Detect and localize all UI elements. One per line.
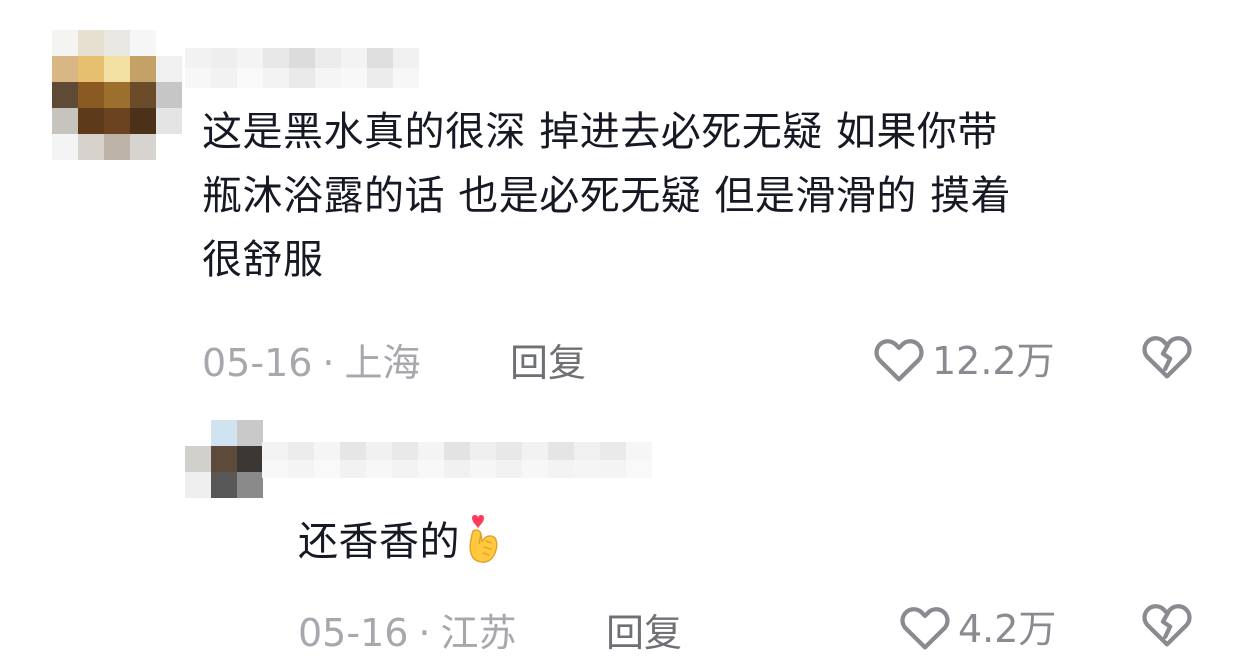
comment-meta: 05-16 · 江苏 xyxy=(298,602,517,657)
heart-outline-icon xyxy=(900,606,950,650)
comment-text: 还香香的 xyxy=(298,510,698,584)
avatar[interactable] xyxy=(185,420,263,498)
meta-separator: · xyxy=(418,611,431,655)
broken-heart-icon xyxy=(1142,604,1192,647)
dislike-button[interactable] xyxy=(1140,598,1194,652)
avatar[interactable] xyxy=(52,30,182,160)
like-button[interactable]: 4.2万 xyxy=(898,598,1056,653)
reply-button[interactable]: 回复 xyxy=(510,332,586,387)
like-count: 4.2万 xyxy=(958,607,1057,651)
comment-text: 这是黑水真的很深 掉进去必死无疑 如果你带 瓶沐浴露的话 也是必死无疑 但是滑滑… xyxy=(202,109,1012,283)
heart-outline-icon xyxy=(874,338,924,382)
meta-separator: · xyxy=(322,341,335,385)
comment-location: 江苏 xyxy=(440,611,517,655)
like-count: 12.2万 xyxy=(932,339,1055,383)
username[interactable] xyxy=(185,48,419,88)
dislike-button[interactable] xyxy=(1140,330,1194,384)
heart-finger-emoji-icon xyxy=(464,511,504,584)
like-button[interactable]: 12.2万 xyxy=(872,330,1055,385)
comment-date: 05-16 xyxy=(202,341,313,385)
comment-meta: 05-16 · 上海 xyxy=(202,332,421,387)
comment-date: 05-16 xyxy=(298,611,409,655)
comment-location: 上海 xyxy=(344,341,421,385)
username[interactable] xyxy=(262,442,652,478)
broken-heart-icon xyxy=(1142,336,1192,379)
comment-text-content: 还香香的 xyxy=(298,519,460,565)
reply-button[interactable]: 回复 xyxy=(606,602,682,657)
